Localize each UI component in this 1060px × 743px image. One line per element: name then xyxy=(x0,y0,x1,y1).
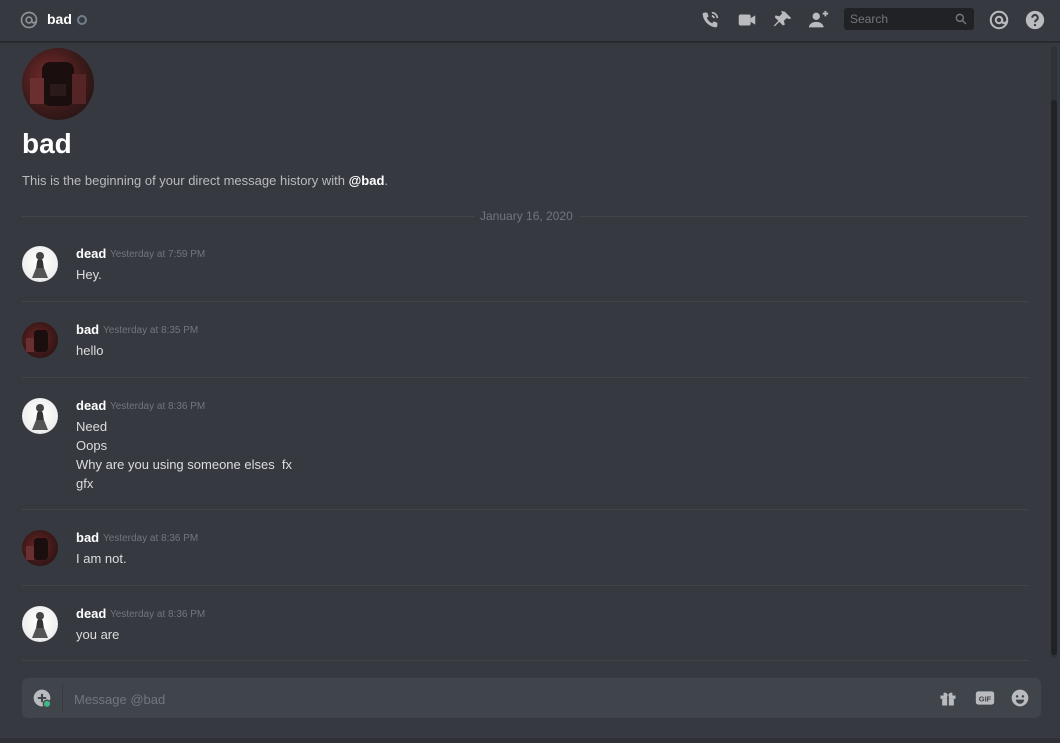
message-timestamp: Yesterday at 8:36 PM xyxy=(110,401,206,412)
scrollbar-thumb[interactable] xyxy=(1051,100,1057,655)
message-timestamp: Yesterday at 8:36 PM xyxy=(103,533,199,544)
message-divider xyxy=(22,301,1028,302)
message-divider xyxy=(22,509,1028,510)
channel-header: bad xyxy=(0,0,1060,42)
avatar[interactable] xyxy=(22,398,58,434)
composer-separator xyxy=(62,684,63,712)
message-text: gfx xyxy=(76,476,94,491)
intro-title: bad xyxy=(22,128,72,159)
message-author[interactable]: dead xyxy=(76,398,106,413)
message-text: Why are you using someone elses fx xyxy=(76,457,293,472)
message-composer: GIF xyxy=(22,678,1041,720)
avatar[interactable] xyxy=(22,246,58,282)
video-icon[interactable] xyxy=(736,9,758,31)
gift-icon[interactable] xyxy=(938,688,958,708)
emoji-icon[interactable] xyxy=(1010,688,1030,708)
gif-icon[interactable]: GIF xyxy=(974,688,996,708)
pin-icon[interactable] xyxy=(772,9,794,31)
message-divider xyxy=(22,377,1028,378)
message-author[interactable]: dead xyxy=(76,606,106,621)
message-text: Need xyxy=(76,419,108,434)
message-text: I am not. xyxy=(76,551,127,566)
add-friend-icon[interactable] xyxy=(808,9,830,31)
svg-text:GIF: GIF xyxy=(979,694,992,703)
message-text: Hey. xyxy=(76,267,102,282)
message-text: Oops xyxy=(76,438,108,453)
intro-description: This is the beginning of your direct mes… xyxy=(22,173,389,188)
message-author[interactable]: dead xyxy=(76,246,106,261)
mentions-icon[interactable] xyxy=(988,9,1010,31)
message-text: you are xyxy=(76,627,120,642)
help-icon[interactable] xyxy=(1024,9,1046,31)
message-divider xyxy=(22,585,1028,586)
search-icon xyxy=(955,13,967,25)
message-timestamp: Yesterday at 7:59 PM xyxy=(110,249,206,260)
channel-title: bad xyxy=(47,11,72,27)
avatar[interactable] xyxy=(22,606,58,642)
intro-avatar[interactable] xyxy=(22,48,94,120)
upload-plus-icon[interactable] xyxy=(32,688,52,708)
avatar-image xyxy=(30,62,86,106)
message-timestamp: Yesterday at 8:36 PM xyxy=(110,609,206,620)
message-input[interactable] xyxy=(72,678,876,720)
intro-user-mention[interactable]: @bad xyxy=(349,173,385,188)
date-divider-label: January 16, 2020 xyxy=(474,209,579,223)
status-indicator xyxy=(77,15,87,25)
message-divider xyxy=(22,660,1028,661)
message-author[interactable]: bad xyxy=(76,322,99,337)
avatar[interactable] xyxy=(22,530,58,566)
search-input[interactable] xyxy=(844,8,950,30)
call-icon[interactable] xyxy=(699,9,721,31)
search-box[interactable] xyxy=(844,8,974,30)
message-author[interactable]: bad xyxy=(76,530,99,545)
at-sign-icon xyxy=(20,11,38,29)
avatar[interactable] xyxy=(22,322,58,358)
message-timestamp: Yesterday at 8:35 PM xyxy=(103,325,199,336)
message-text: hello xyxy=(76,343,104,358)
bottom-border xyxy=(0,738,1060,743)
